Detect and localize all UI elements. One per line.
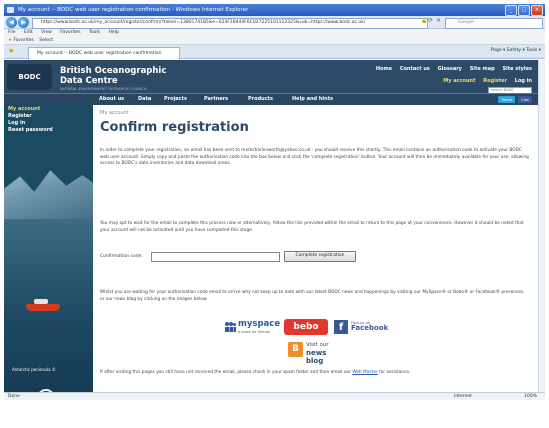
tweet-button[interactable]: Tweet xyxy=(498,96,516,103)
blog-line1: Visit our xyxy=(306,342,329,348)
social-paragraph: Whilst you are waiting for your authoris… xyxy=(100,290,525,302)
stop-icon[interactable]: ✕ xyxy=(436,17,441,24)
myspace-icon xyxy=(225,322,236,332)
menu-edit[interactable]: Edit xyxy=(24,30,33,35)
select-button[interactable]: Select xyxy=(39,38,53,43)
forward-button[interactable]: ▶ xyxy=(18,17,29,28)
status-bar: Done Internet 100% xyxy=(4,392,545,400)
menu-bar: File Edit View Favorites Tools Help xyxy=(4,29,545,37)
menu-help[interactable]: Help xyxy=(109,30,119,35)
window-titlebar: My account -- BODC web user registration… xyxy=(4,4,545,16)
footer-after: for assistance. xyxy=(379,370,411,375)
breadcrumb[interactable]: My account xyxy=(100,110,129,116)
facebook-button[interactable]: f Find us on Facebook xyxy=(334,319,388,336)
intro-paragraph: In order to complete your registration, … xyxy=(100,148,529,167)
social-buttons: Tweet Like xyxy=(498,96,532,103)
blog-line2: news blog xyxy=(306,349,327,365)
site-header: BODC British Oceanographic Data Centre N… xyxy=(4,60,538,95)
sidebar-item-reset-password[interactable]: Reset password xyxy=(8,127,53,134)
facebook-big-text: Facebook xyxy=(351,324,389,332)
vertical-scrollbar[interactable] xyxy=(538,60,545,392)
webmaster-link[interactable]: Web Master xyxy=(352,370,377,375)
refresh-icon[interactable]: ⟳ xyxy=(428,17,433,24)
favorites-button[interactable]: Favorites xyxy=(13,38,33,43)
link-home[interactable]: Home xyxy=(376,66,392,72)
menu-tools[interactable]: Tools xyxy=(89,30,100,35)
site-name-line1: British Oceanographic xyxy=(60,66,167,76)
link-my-account[interactable]: My account xyxy=(443,78,475,84)
browser-search-input[interactable]: Google xyxy=(445,18,543,29)
link-log-in[interactable]: Log in xyxy=(515,78,532,84)
news-blog-button[interactable]: B Visit our news blog xyxy=(288,341,344,365)
site-name-line2: Data Centre xyxy=(60,76,118,86)
page-title: Confirm registration xyxy=(100,120,249,135)
confirmation-code-label: Confirmation code: xyxy=(100,254,143,259)
sidebar-item-login[interactable]: Log in xyxy=(8,120,53,127)
site-tagline: NATURAL ENVIRONMENT RESEARCH COUNCIL xyxy=(60,87,148,91)
bebo-button[interactable]: bebo xyxy=(284,319,328,335)
zoom-level[interactable]: 100% xyxy=(524,393,537,401)
back-button[interactable]: ◀ xyxy=(6,17,17,28)
blog-icon: B xyxy=(288,342,303,357)
account-links: My account Register Log in xyxy=(437,78,532,84)
wait-paragraph: You may opt to wait for the email to com… xyxy=(100,221,524,233)
bodc-logo[interactable]: BODC xyxy=(7,64,52,90)
footer-text: If after visiting this pages you still h… xyxy=(100,370,351,375)
sidebar: My account Register Log in Reset passwor… xyxy=(4,104,93,392)
sidebar-menu: My account Register Log in Reset passwor… xyxy=(8,106,53,134)
favorites-star-icon[interactable]: ★ xyxy=(8,47,14,55)
menu-file[interactable]: File xyxy=(8,30,16,35)
myspace-subtitle: a place for friends xyxy=(238,330,270,334)
menu-view[interactable]: View xyxy=(41,30,52,35)
ie-icon xyxy=(7,7,14,13)
top-links: Home Contact us Glossary Site map Site s… xyxy=(370,66,532,72)
tab-row: ★ My account -- BODC web user registrati… xyxy=(4,45,545,60)
complete-registration-button[interactable]: Complete registration xyxy=(284,251,356,262)
link-glossary[interactable]: Glossary xyxy=(438,66,462,72)
link-sitemap[interactable]: Site map xyxy=(470,66,495,72)
myspace-title: myspace xyxy=(238,319,281,329)
menu-favorites[interactable]: Favorites xyxy=(60,30,80,35)
maximize-button[interactable]: □ xyxy=(518,5,530,16)
tab-active[interactable]: My account -- BODC web user registration… xyxy=(28,47,180,60)
window-title: My account -- BODC web user registration… xyxy=(18,7,249,13)
favorites-bar: ★ Favorites Select xyxy=(4,37,545,45)
main-content: My account Confirm registration In order… xyxy=(96,104,534,392)
boat-image xyxy=(26,304,60,311)
mountain-image xyxy=(4,170,93,226)
minimize-button[interactable]: _ xyxy=(505,5,517,16)
star-icon: ★ xyxy=(8,38,13,43)
sidebar-item-register[interactable]: Register xyxy=(8,113,53,120)
sidebar-heading: My account xyxy=(8,106,41,112)
address-bar-row: ◀ ▶ https://www.bodc.ac.uk/my_account/re… xyxy=(4,16,545,29)
command-bar[interactable]: Page ▾ Safety ▾ Tools ▾ xyxy=(491,48,541,53)
webpage: BODC British Oceanographic Data Centre N… xyxy=(4,60,538,392)
close-button[interactable]: × xyxy=(531,5,543,16)
status-text: Done xyxy=(8,394,20,399)
security-zone: Internet xyxy=(454,394,472,399)
facebook-icon: f xyxy=(334,320,348,334)
link-register[interactable]: Register xyxy=(483,78,507,84)
confirmation-code-input[interactable] xyxy=(151,252,280,262)
image-caption: Antarctic peninsula © xyxy=(12,367,56,372)
myspace-button[interactable]: myspace a place for friends xyxy=(224,319,280,337)
footer-paragraph: If after visiting this pages you still h… xyxy=(100,370,410,375)
link-site-styles[interactable]: Site styles xyxy=(502,66,532,72)
address-input[interactable]: https://www.bodc.ac.uk/my_account/regist… xyxy=(32,18,428,29)
like-button[interactable]: Like xyxy=(518,96,532,103)
lock-icon: 🔒 xyxy=(421,18,428,24)
link-contact[interactable]: Contact us xyxy=(400,66,430,72)
